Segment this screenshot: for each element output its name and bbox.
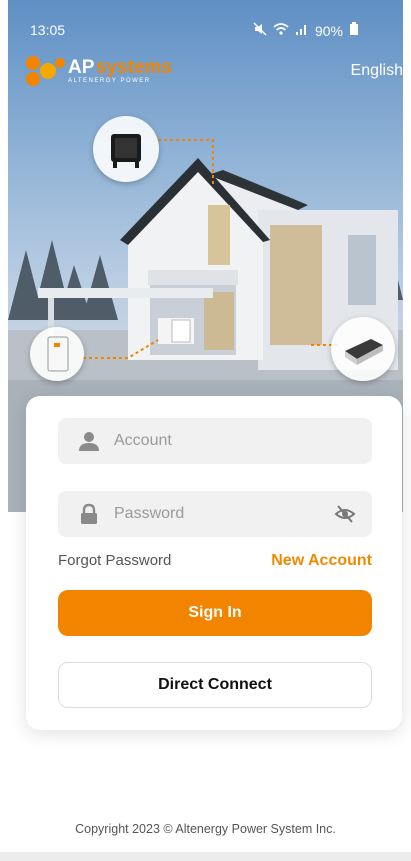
account-input[interactable] (112, 431, 336, 451)
status-time: 13:05 (30, 22, 66, 38)
status-bar: 13:05 90% (8, 0, 403, 40)
microinverter-icon (111, 134, 141, 168)
battery-percent: 90% (314, 22, 343, 39)
apsystems-logo: AP systems ALTENERGY POWER (22, 54, 192, 88)
language-selector[interactable]: English (351, 62, 403, 80)
account-field[interactable] (58, 418, 372, 464)
mute-icon (253, 22, 267, 39)
password-field[interactable] (58, 491, 372, 537)
ecu-device-icon (47, 336, 69, 372)
logo-mark-icon (26, 56, 65, 86)
copyright-text: Copyright 2023 © Altenergy Power System … (75, 822, 336, 836)
microinverter-bubble (93, 116, 159, 182)
ecu-bubble (30, 327, 84, 381)
signal-icon (295, 22, 309, 39)
forgot-password-link[interactable]: Forgot Password (58, 552, 171, 569)
battery-icon (349, 22, 359, 39)
brand-ap: AP (68, 57, 95, 78)
person-icon (76, 428, 102, 454)
system-nav-bar (0, 852, 411, 861)
battery-storage-bubble (331, 317, 395, 381)
login-card: Forgot Password New Account Sign In Dire… (26, 396, 402, 730)
new-account-link[interactable]: New Account (271, 552, 372, 570)
eye-off-icon[interactable] (334, 503, 356, 530)
lock-icon (76, 501, 102, 527)
brand-tagline: ALTENERGY POWER (68, 78, 151, 84)
storage-device-icon (345, 339, 383, 365)
brand-systems: systems (96, 57, 173, 78)
direct-connect-button[interactable]: Direct Connect (58, 662, 372, 708)
sign-in-button[interactable]: Sign In (58, 590, 372, 636)
password-input[interactable] (112, 504, 336, 524)
wifi-icon (273, 22, 289, 39)
